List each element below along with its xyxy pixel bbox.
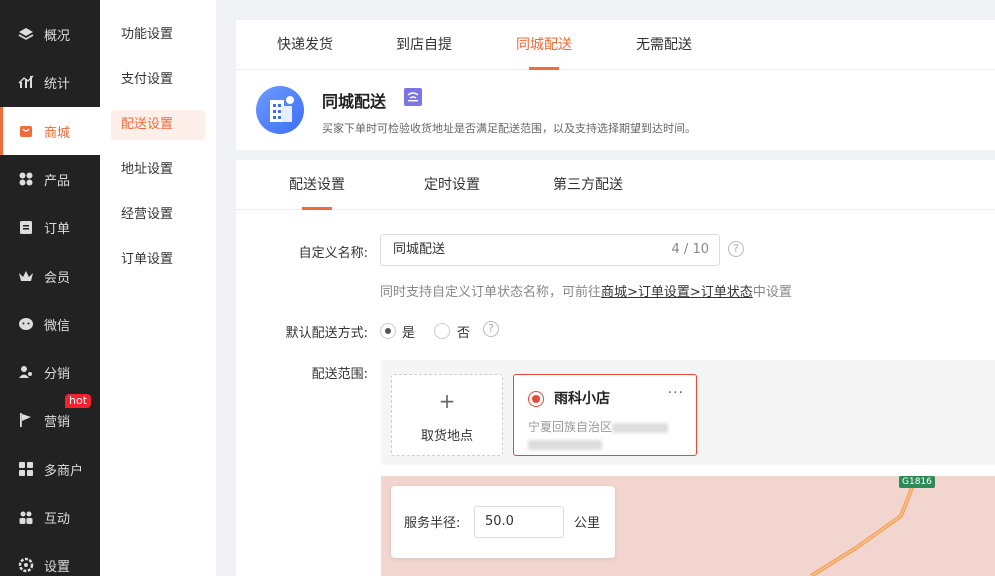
nav-item-interaction[interactable]: 互动	[0, 493, 100, 541]
store-address: 宁夏回族自治区	[528, 419, 688, 453]
tab-express[interactable]: 快递发货	[277, 20, 333, 70]
page-description: 买家下单时可检验收货地址是否满足配送范围，以及支持选择期望到达时间。	[322, 122, 696, 135]
store-select-radio[interactable]	[528, 391, 544, 407]
redacted-address	[612, 422, 669, 433]
hint-suffix: 中设置	[752, 285, 792, 300]
tab-pickup[interactable]: 到店自提	[396, 20, 452, 70]
page-title: 同城配送	[322, 92, 387, 111]
nav-label: 商城	[44, 125, 71, 141]
nav-item-settings[interactable]: 设置	[0, 541, 100, 576]
nav-item-products[interactable]: 产品	[0, 155, 100, 203]
redacted-address	[528, 439, 602, 450]
tab-third-party-delivery[interactable]: 第三方配送	[553, 160, 623, 210]
users-icon	[18, 364, 34, 380]
plus-icon: +	[438, 389, 456, 413]
delivery-range-label: 配送范围:	[311, 367, 368, 382]
default-yes-label: 是	[402, 326, 416, 341]
clipboard-icon	[18, 219, 34, 235]
store-card[interactable]: 雨科小店 ··· 宁夏回族自治区	[513, 374, 697, 456]
nav-item-distribution[interactable]: 分销	[0, 348, 100, 396]
nav-label: 会员	[44, 270, 71, 286]
gear-icon	[18, 557, 34, 573]
add-pickup-label: 取货地点	[420, 429, 473, 444]
people-icon	[18, 509, 34, 525]
nav-label: 产品	[44, 173, 71, 189]
order-status-link[interactable]: 商城>订单设置>订单状态	[601, 285, 753, 300]
road-label: G1816	[899, 476, 935, 488]
nav-label: 互动	[44, 511, 71, 527]
nav-label: 设置	[44, 559, 71, 575]
custom-name-input[interactable]: 同城配送 4 / 10	[380, 234, 720, 266]
custom-name-value: 同城配送	[393, 242, 446, 257]
grid-icon	[18, 171, 34, 187]
nav-label: 微信	[44, 318, 71, 334]
nav-item-statistics[interactable]: 统计	[0, 58, 100, 106]
submenu-item-delivery[interactable]: 配送设置	[111, 110, 205, 140]
nav-label: 统计	[44, 76, 71, 92]
delivery-type-tabs: 快递发货 到店自提 同城配送 无需配送	[236, 20, 995, 70]
store-address-province: 宁夏回族自治区	[528, 420, 613, 434]
chart-icon	[18, 74, 34, 90]
default-yes-radio[interactable]	[380, 323, 396, 339]
layers-icon	[18, 26, 34, 42]
nav-label: 概况	[44, 28, 71, 44]
info-badge-icon	[404, 88, 422, 106]
nav-item-wechat[interactable]: 微信	[0, 300, 100, 348]
shop-icon	[18, 123, 34, 139]
nav-item-overview[interactable]: 概况	[0, 10, 100, 58]
settings-submenu: 功能设置 支付设置 配送设置 地址设置 经营设置 订单设置	[100, 0, 216, 576]
service-radius-box: 服务半径: 50.0 公里	[391, 486, 615, 558]
panel-tabs: 配送设置 定时设置 第三方配送	[236, 160, 995, 210]
submenu-item-business[interactable]: 经营设置	[111, 200, 205, 230]
submenu-item-payment[interactable]: 支付设置	[111, 65, 205, 95]
main-nav: 概况 统计 商城 产品 订单 会员 微信 分销 营销 hot 多商户 互动 设置	[0, 0, 100, 576]
nav-item-orders[interactable]: 订单	[0, 203, 100, 251]
name-label: 自定义名称:	[298, 246, 368, 261]
tab-local-delivery[interactable]: 同城配送	[516, 20, 572, 70]
nav-item-multi-merchant[interactable]: 多商户	[0, 445, 100, 493]
name-hint: 同时支持自定义订单状态名称，可前往商城>订单设置>订单状态中设置	[380, 281, 792, 300]
default-no-label: 否	[457, 326, 471, 341]
building-icon	[256, 86, 304, 134]
crown-icon	[18, 268, 34, 284]
default-delivery-label: 默认配送方式:	[285, 326, 368, 341]
wechat-icon	[18, 316, 34, 332]
nav-item-shop[interactable]: 商城	[0, 107, 100, 155]
tab-schedule-settings[interactable]: 定时设置	[424, 160, 480, 210]
hint-prefix: 同时支持自定义订单状态名称，可前往	[380, 285, 602, 300]
help-icon[interactable]: ?	[728, 241, 744, 257]
store-name: 雨科小店	[554, 391, 610, 407]
more-icon[interactable]: ···	[668, 385, 684, 401]
hot-badge: hot	[65, 394, 92, 408]
nav-label: 订单	[44, 221, 71, 237]
radius-label: 服务半径:	[404, 516, 461, 531]
tab-no-delivery[interactable]: 无需配送	[636, 20, 692, 70]
flag-icon	[18, 412, 34, 428]
settings-panel: 配送设置 定时设置 第三方配送 自定义名称: 同城配送 4 / 10 ? 同时支…	[236, 160, 995, 576]
help-icon[interactable]: ?	[483, 321, 499, 337]
submenu-item-order[interactable]: 订单设置	[111, 245, 205, 275]
default-no-radio[interactable]	[434, 323, 450, 339]
nav-label: 营销	[44, 414, 71, 430]
nav-label: 分销	[44, 366, 71, 382]
nav-label: 多商户	[44, 463, 84, 479]
submenu-item-function[interactable]: 功能设置	[111, 20, 205, 50]
intro-card: 同城配送 买家下单时可检验收货地址是否满足配送范围，以及支持选择期望到达时间。	[236, 70, 995, 150]
store-icon	[18, 461, 34, 477]
nav-item-members[interactable]: 会员	[0, 252, 100, 300]
delivery-map[interactable]: G1816 服务半径: 50.0 公里	[381, 476, 995, 576]
nav-item-marketing[interactable]: 营销 hot	[0, 394, 100, 444]
radius-input[interactable]: 50.0	[474, 506, 564, 538]
submenu-item-address[interactable]: 地址设置	[111, 155, 205, 185]
char-counter: 4 / 10	[671, 242, 709, 257]
add-pickup-location-button[interactable]: + 取货地点	[391, 374, 503, 456]
radius-unit: 公里	[574, 516, 601, 531]
tab-delivery-settings[interactable]: 配送设置	[289, 160, 345, 210]
